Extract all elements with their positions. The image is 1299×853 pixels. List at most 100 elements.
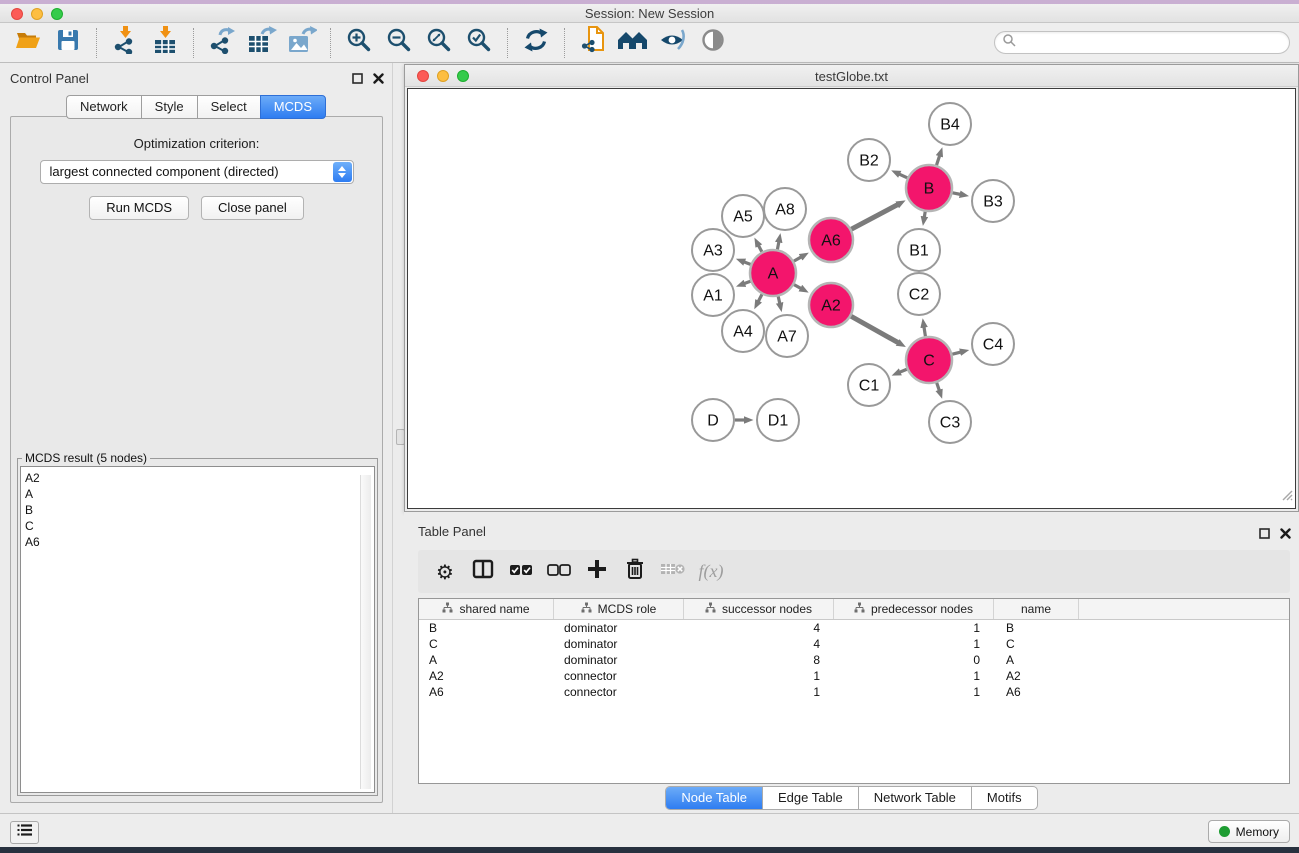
table-row[interactable]: A dominator 8 0 A bbox=[419, 652, 1289, 668]
close-panel-icon[interactable] bbox=[373, 71, 384, 89]
cell-successor-nodes[interactable]: 4 bbox=[684, 636, 834, 652]
cell-name[interactable]: A bbox=[994, 652, 1079, 668]
deselect-all-button[interactable] bbox=[540, 555, 578, 589]
graph-edge-B-B2[interactable] bbox=[898, 174, 907, 178]
graph-node-D1[interactable]: D1 bbox=[757, 399, 799, 441]
graph-edge-C-C3[interactable] bbox=[937, 383, 940, 392]
zoom-in-button[interactable] bbox=[339, 28, 379, 58]
cell-predecessor-nodes[interactable]: 1 bbox=[834, 668, 994, 684]
graph-edge-A-A2[interactable] bbox=[794, 285, 802, 289]
graph-node-A5[interactable]: A5 bbox=[722, 195, 764, 237]
table-row[interactable]: B dominator 4 1 B bbox=[419, 620, 1289, 636]
graph-node-B3[interactable]: B3 bbox=[972, 180, 1014, 222]
table-settings-button[interactable]: ⚙ bbox=[426, 555, 464, 589]
graph-node-A6[interactable]: A6 bbox=[809, 218, 853, 262]
graph-node-D[interactable]: D bbox=[692, 399, 734, 441]
result-list-scrollbar[interactable] bbox=[360, 475, 371, 789]
close-panel-button[interactable]: Close panel bbox=[201, 196, 304, 220]
delete-button[interactable] bbox=[616, 555, 654, 589]
tab-style[interactable]: Style bbox=[141, 95, 197, 119]
column-view-button[interactable] bbox=[464, 555, 502, 589]
cell-name[interactable]: B bbox=[994, 620, 1079, 636]
graphics-details-button[interactable] bbox=[693, 28, 733, 58]
cell-predecessor-nodes[interactable]: 1 bbox=[834, 620, 994, 636]
task-history-button[interactable] bbox=[10, 821, 39, 844]
graph-node-C3[interactable]: C3 bbox=[929, 401, 971, 443]
layout-refresh-button[interactable] bbox=[516, 28, 556, 58]
graph-edge-A-A7[interactable] bbox=[778, 296, 780, 304]
float-panel-icon[interactable] bbox=[352, 71, 363, 89]
search-input[interactable] bbox=[1020, 34, 1289, 52]
graph-edge-B-B1[interactable] bbox=[924, 212, 925, 219]
cell-successor-nodes[interactable]: 4 bbox=[684, 620, 834, 636]
graph-edge-A-A3[interactable] bbox=[743, 261, 751, 264]
column-header-successor-nodes[interactable]: successor nodes bbox=[684, 599, 834, 619]
cell-mcds-role[interactable]: connector bbox=[554, 684, 684, 700]
export-network-button[interactable] bbox=[202, 28, 242, 58]
graph-node-C1[interactable]: C1 bbox=[848, 364, 890, 406]
dropdown-stepper[interactable] bbox=[333, 162, 352, 182]
cell-shared-name[interactable]: A bbox=[419, 652, 554, 668]
column-header-mcds-role[interactable]: MCDS role bbox=[554, 599, 684, 619]
graph-edge-C-C1[interactable] bbox=[899, 369, 907, 372]
cell-successor-nodes[interactable]: 8 bbox=[684, 652, 834, 668]
mcds-result-item[interactable]: A2 bbox=[25, 470, 374, 486]
zoom-out-button[interactable] bbox=[379, 28, 419, 58]
mcds-result-list[interactable]: A2 A B C A6 bbox=[20, 466, 375, 793]
graph-edge-A-A5[interactable] bbox=[758, 244, 762, 251]
graph-node-A4[interactable]: A4 bbox=[722, 310, 764, 352]
cell-shared-name[interactable]: B bbox=[419, 620, 554, 636]
tab-network-table[interactable]: Network Table bbox=[859, 787, 972, 809]
column-header-name[interactable]: name bbox=[994, 599, 1079, 619]
graph-node-A7[interactable]: A7 bbox=[766, 315, 808, 357]
graph-node-A3[interactable]: A3 bbox=[692, 229, 734, 271]
mcds-result-item[interactable]: A6 bbox=[25, 534, 374, 550]
table-row[interactable]: A2 connector 1 1 A2 bbox=[419, 668, 1289, 684]
close-table-panel-icon[interactable] bbox=[1280, 526, 1291, 544]
resize-grip-icon[interactable] bbox=[1280, 488, 1293, 506]
graph-node-A8[interactable]: A8 bbox=[764, 188, 806, 230]
mcds-result-item[interactable]: A bbox=[25, 486, 374, 502]
cell-mcds-role[interactable]: connector bbox=[554, 668, 684, 684]
graph-node-B4[interactable]: B4 bbox=[929, 103, 971, 145]
graph-node-A1[interactable]: A1 bbox=[692, 274, 734, 316]
select-all-button[interactable] bbox=[502, 555, 540, 589]
cell-successor-nodes[interactable]: 1 bbox=[684, 684, 834, 700]
column-header-shared-name[interactable]: shared name bbox=[419, 599, 554, 619]
cell-shared-name[interactable]: A2 bbox=[419, 668, 554, 684]
cell-successor-nodes[interactable]: 1 bbox=[684, 668, 834, 684]
graph-node-B[interactable]: B bbox=[906, 165, 952, 211]
network-from-selection-button[interactable] bbox=[573, 28, 613, 58]
cell-shared-name[interactable]: A6 bbox=[419, 684, 554, 700]
cell-mcds-role[interactable]: dominator bbox=[554, 652, 684, 668]
graph-edge-A-A4[interactable] bbox=[758, 294, 762, 302]
table-row[interactable]: A6 connector 1 1 A6 bbox=[419, 684, 1289, 700]
graph-edge-A-A8[interactable] bbox=[777, 240, 779, 249]
graph-edge-B-B4[interactable] bbox=[936, 154, 940, 165]
graph-edge-A-A6[interactable] bbox=[794, 256, 802, 261]
network-window-titlebar[interactable]: testGlobe.txt bbox=[405, 65, 1298, 87]
cell-shared-name[interactable]: C bbox=[419, 636, 554, 652]
add-button[interactable] bbox=[578, 555, 616, 589]
float-table-panel-icon[interactable] bbox=[1259, 526, 1270, 544]
column-header-predecessor-nodes[interactable]: predecessor nodes bbox=[834, 599, 994, 619]
graph-edge-C-C2[interactable] bbox=[924, 326, 926, 337]
cell-predecessor-nodes[interactable]: 1 bbox=[834, 636, 994, 652]
export-image-button[interactable] bbox=[282, 28, 322, 58]
tab-edge-table[interactable]: Edge Table bbox=[763, 787, 859, 809]
zoom-fit-button[interactable] bbox=[419, 28, 459, 58]
mcds-result-item[interactable]: B bbox=[25, 502, 374, 518]
graph-edge-A6-B[interactable] bbox=[851, 204, 899, 229]
table-row[interactable]: C dominator 4 1 C bbox=[419, 636, 1289, 652]
cell-name[interactable]: A6 bbox=[994, 684, 1079, 700]
import-network-button[interactable] bbox=[105, 28, 145, 58]
tab-select[interactable]: Select bbox=[197, 95, 260, 119]
tab-node-table[interactable]: Node Table bbox=[666, 787, 763, 809]
graph-node-B2[interactable]: B2 bbox=[848, 139, 890, 181]
graph-node-C4[interactable]: C4 bbox=[972, 323, 1014, 365]
hide-unselected-button[interactable] bbox=[653, 28, 693, 58]
graph-edge-B-B3[interactable] bbox=[953, 193, 962, 195]
graph-node-A[interactable]: A bbox=[750, 250, 796, 296]
tab-network[interactable]: Network bbox=[66, 95, 141, 119]
tab-motifs[interactable]: Motifs bbox=[972, 787, 1037, 809]
